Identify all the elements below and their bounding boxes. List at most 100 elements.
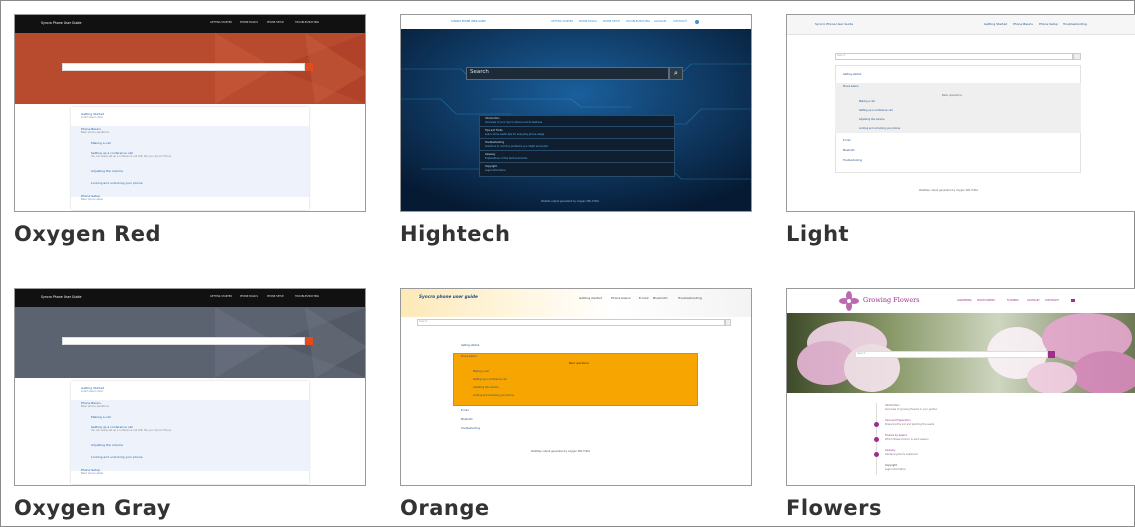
nav-item[interactable]: PHONE SETUP <box>267 295 284 298</box>
toc-desc: Learn some useful tips for everyday phon… <box>485 133 545 136</box>
toc-link[interactable]: Making a call <box>473 370 489 373</box>
nav-item[interactable]: Getting Started <box>984 23 1007 26</box>
toc-link[interactable]: Phone basics <box>843 85 859 88</box>
site-title: Syncro Phone User Guide <box>41 21 82 25</box>
nav-item[interactable]: PHONE BASICS <box>579 20 597 23</box>
gear-icon[interactable] <box>695 20 699 24</box>
toc-link[interactable]: Making a call <box>859 100 875 103</box>
search-input[interactable] <box>466 67 669 80</box>
toc-link[interactable]: Troubleshooting <box>461 427 480 430</box>
search-input[interactable] <box>417 319 725 326</box>
search-button[interactable] <box>305 63 313 71</box>
toc-desc: Which flowers bloom in each season <box>885 438 929 441</box>
toc-link[interactable]: E-mail <box>461 409 469 412</box>
nav-item[interactable]: GARDENING <box>957 299 972 302</box>
search-button[interactable] <box>1048 351 1055 358</box>
toc-desc: Basic phone operations <box>81 405 110 408</box>
nav-item[interactable]: GETTING STARTED <box>551 20 573 23</box>
theme-caption[interactable]: Oxygen Gray <box>14 496 171 520</box>
search-button[interactable] <box>305 337 313 345</box>
theme-thumbnail[interactable]: Syncro Phone User Guide Getting Started … <box>786 14 1135 212</box>
nav-item[interactable]: PHONE SETUP <box>267 21 284 24</box>
toc-desc: Lorem ipsum dolor <box>81 116 104 119</box>
theme-caption[interactable]: Oxygen Red <box>14 222 161 246</box>
toc-link[interactable]: Bluetooth <box>461 418 473 421</box>
search-input[interactable] <box>835 53 1073 60</box>
theme-thumbnail[interactable]: Syncro phone user guide Getting started … <box>400 288 752 486</box>
nav-item[interactable]: Phone basics <box>611 297 631 300</box>
nav-item[interactable]: GLOSSARY <box>1027 299 1040 302</box>
theme-caption[interactable]: Hightech <box>400 222 510 246</box>
toc-link[interactable]: Locking and unlocking your phone <box>91 182 143 185</box>
theme-caption[interactable]: Flowers <box>786 496 882 520</box>
toc-link[interactable]: Adjusting the volume <box>473 386 498 389</box>
toc-desc: You can easily set up a conference call … <box>91 155 171 158</box>
menu-icon[interactable] <box>1071 299 1075 302</box>
toc-desc: You can easily set up a conference call … <box>91 429 171 432</box>
expanded-section <box>71 400 309 471</box>
expanded-section <box>71 126 309 197</box>
toc-desc: Basic phone operations <box>81 131 110 134</box>
search-placeholder: Search <box>837 54 846 57</box>
toc-link[interactable]: Locking and unlocking your phone <box>859 127 900 130</box>
nav-item[interactable]: GLOSSARY <box>654 20 667 23</box>
nav-item[interactable]: GETTING STARTED <box>210 21 232 24</box>
site-title: Syncro phone user guide <box>419 294 478 299</box>
nav-item[interactable]: E-mail <box>639 297 648 300</box>
toc-link[interactable]: Adjusting the volume <box>91 170 123 173</box>
footer-text: WebHelp output generated by oXygen XML E… <box>531 450 591 453</box>
nav-item[interactable]: Phone Setup <box>1039 23 1058 26</box>
search-button[interactable] <box>725 319 731 326</box>
toc-link[interactable]: Adjusting the volume <box>859 118 884 121</box>
toc-link[interactable]: Making a call <box>91 416 111 419</box>
toc-link[interactable]: Making a call <box>91 142 111 145</box>
toc-link[interactable]: Adjusting the volume <box>91 444 123 447</box>
toc-desc: Explanations of the technical terms <box>485 157 528 160</box>
nav-item[interactable]: FLOWERS <box>1007 299 1019 302</box>
toc-link[interactable]: E-mail <box>843 139 851 142</box>
nav-item[interactable]: COPYRIGHT <box>673 20 687 23</box>
nav-item[interactable]: PHONE BASICS <box>240 21 258 24</box>
nav-item[interactable]: COPYRIGHT <box>1045 299 1059 302</box>
site-title: Syncro Phone User Guide <box>41 295 82 299</box>
toc-link[interactable]: Getting started <box>461 344 479 347</box>
toc-desc: Basic phone setup <box>81 472 104 475</box>
search-input[interactable] <box>855 351 1048 358</box>
search-input[interactable] <box>62 63 305 71</box>
nav-item[interactable]: TROUBLESHOOTING <box>295 295 319 298</box>
search-button[interactable]: ⌕ <box>669 67 683 80</box>
nav-item[interactable]: Phone Basics <box>1013 23 1033 26</box>
toc-desc: Basic phone setup <box>81 198 104 201</box>
toc-link[interactable]: Getting started <box>843 73 861 76</box>
site-title: Syncro Phone User Guide <box>815 22 854 26</box>
toc-link[interactable]: Troubleshooting <box>843 159 862 162</box>
toc-link[interactable]: Locking and unlocking your phone <box>91 456 143 459</box>
theme-caption[interactable]: Orange <box>400 496 490 520</box>
toc-link[interactable]: Setting up a conference call <box>473 378 507 381</box>
nav-item[interactable]: Bluetooth <box>653 297 668 300</box>
search-button[interactable] <box>1073 53 1081 60</box>
nav-item[interactable]: TROUBLESHOOTING <box>626 20 650 23</box>
toc-link[interactable]: Setting up a conference call <box>859 109 893 112</box>
expanded-section <box>835 83 1081 133</box>
nav-item[interactable]: WILDFLOWERS <box>977 299 995 302</box>
toc-subheading: Basic operations <box>569 362 589 365</box>
toc-link[interactable]: Phone basics <box>461 355 477 358</box>
theme-thumbnail[interactable]: Growing Flowers GARDENING WILDFLOWERS FL… <box>786 288 1135 486</box>
theme-caption[interactable]: Light <box>786 222 849 246</box>
toc-link[interactable]: Locking and unlocking your phone <box>473 394 514 397</box>
theme-thumbnail[interactable]: Syncro Phone User Guide GETTING STARTED … <box>14 288 366 486</box>
nav-item[interactable]: PHONE SETUP <box>603 20 620 23</box>
toc-desc: Legal information <box>885 468 906 471</box>
nav-item[interactable]: Getting started <box>579 297 602 300</box>
toc-link[interactable]: Bluetooth <box>843 149 855 152</box>
theme-thumbnail[interactable]: Syncro Phone User Guide GETTING STARTED … <box>14 14 366 212</box>
nav-item[interactable]: GETTING STARTED <box>210 295 232 298</box>
flower-logo-icon <box>839 291 859 311</box>
nav-item[interactable]: Troubleshooting <box>678 297 702 300</box>
nav-item[interactable]: PHONE BASICS <box>240 295 258 298</box>
theme-thumbnail[interactable]: SYNCRO PHONE USER GUIDE GETTING STARTED … <box>400 14 752 212</box>
nav-item[interactable]: TROUBLESHOOTING <box>295 21 319 24</box>
nav-item[interactable]: Troubleshooting <box>1063 23 1087 26</box>
search-input[interactable] <box>62 337 305 345</box>
